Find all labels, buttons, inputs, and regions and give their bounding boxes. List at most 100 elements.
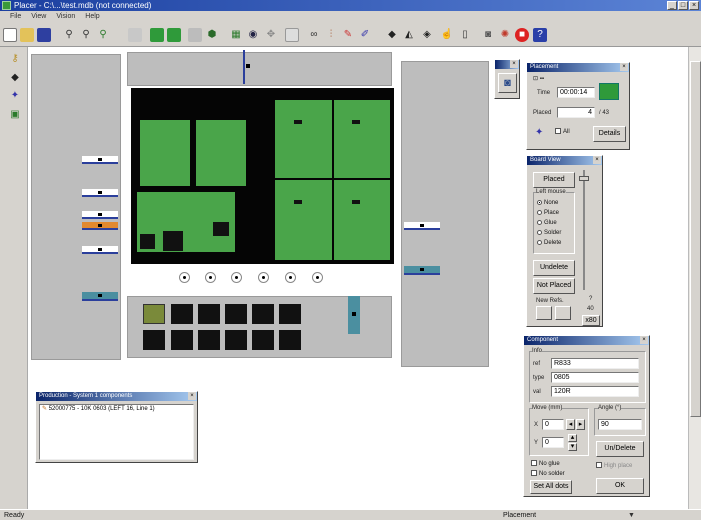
production-list[interactable]: ✎ 52000775 - 10K 0603 (LEFT 16, Line 1) bbox=[39, 404, 194, 460]
placed-button[interactable]: Placed bbox=[533, 172, 575, 188]
not-placed-button[interactable]: Not Placed bbox=[533, 278, 575, 294]
tray-slot[interactable] bbox=[171, 330, 193, 350]
frame-icon[interactable] bbox=[285, 28, 299, 42]
zoom-out-icon[interactable]: ⚲ bbox=[79, 28, 93, 42]
tray-slot[interactable] bbox=[225, 330, 247, 350]
time-label: Time bbox=[537, 90, 551, 96]
no-solder-checkbox[interactable]: No solder bbox=[531, 470, 565, 478]
camera-icon[interactable]: ◙ bbox=[481, 28, 495, 42]
x-decrease-button[interactable]: ◂ bbox=[566, 419, 575, 430]
zoom-x80-button[interactable]: x80 bbox=[582, 315, 600, 326]
tray-slot[interactable] bbox=[252, 330, 274, 350]
eye-icon[interactable]: ◉ bbox=[246, 28, 260, 42]
tray-slot[interactable] bbox=[143, 330, 165, 350]
chip-icon[interactable]: ▦ bbox=[229, 28, 243, 42]
menu-file[interactable]: File bbox=[10, 11, 21, 23]
tray-slot[interactable] bbox=[279, 330, 301, 350]
tray-slot[interactable] bbox=[171, 304, 193, 324]
radio-none[interactable]: None bbox=[537, 199, 558, 207]
board-small-icon[interactable]: ▣ bbox=[9, 109, 21, 121]
help-icon[interactable]: ? bbox=[533, 28, 547, 42]
feeder-left-1[interactable] bbox=[82, 156, 118, 164]
menu-help[interactable]: Help bbox=[85, 11, 99, 23]
new-refs-prev-button[interactable] bbox=[536, 306, 552, 320]
ref-field[interactable]: R833 bbox=[551, 358, 639, 369]
x-field[interactable]: 0 bbox=[542, 419, 564, 430]
feeder-left-3[interactable] bbox=[82, 211, 118, 219]
menu-view[interactable]: View bbox=[31, 11, 46, 23]
y-decrease-button[interactable]: ▾ bbox=[568, 443, 577, 451]
layout-icon[interactable] bbox=[188, 28, 202, 42]
info-label: Info bbox=[532, 348, 543, 354]
new-file-icon[interactable] bbox=[3, 28, 17, 42]
close-button[interactable]: × bbox=[689, 1, 699, 10]
feeder-left-2[interactable] bbox=[82, 189, 118, 197]
tool-icon[interactable]: ⫶ bbox=[324, 28, 338, 42]
open-folder-icon[interactable] bbox=[20, 28, 34, 42]
link-icon[interactable]: ∞ bbox=[307, 28, 321, 42]
feeder-right-1[interactable] bbox=[404, 222, 440, 230]
feeder-left-4[interactable] bbox=[82, 246, 118, 254]
production-item[interactable]: 52000775 - 10K 0603 (LEFT 16, Line 1) bbox=[49, 406, 155, 412]
stop-icon[interactable]: ■ bbox=[515, 28, 529, 42]
minimize-button[interactable]: _ bbox=[667, 1, 677, 10]
scroll-thumb[interactable] bbox=[690, 61, 701, 417]
vertical-scrollbar[interactable] bbox=[688, 47, 701, 509]
tray-slot[interactable] bbox=[198, 304, 220, 324]
radio-delete[interactable]: Delete bbox=[537, 239, 561, 247]
feeder-left-active[interactable] bbox=[82, 292, 118, 301]
radio-glue[interactable]: Glue bbox=[537, 219, 557, 227]
y-increase-button[interactable]: ▴ bbox=[568, 434, 577, 442]
grid-icon[interactable] bbox=[128, 28, 142, 42]
undelete-button[interactable]: Undelete bbox=[533, 260, 575, 276]
tag-icon[interactable]: ◆ bbox=[9, 72, 21, 84]
app-icon bbox=[2, 1, 11, 10]
high-place-checkbox[interactable]: High place bbox=[596, 462, 632, 470]
green-board-2-icon[interactable] bbox=[167, 28, 181, 42]
all-checkbox[interactable]: All bbox=[555, 128, 570, 136]
y-field[interactable]: 0 bbox=[542, 437, 564, 448]
val-field[interactable]: 120R bbox=[551, 386, 639, 397]
hand-icon[interactable]: ☝ bbox=[440, 28, 454, 42]
radio-place[interactable]: Place bbox=[537, 209, 559, 217]
ok-button[interactable]: OK bbox=[596, 478, 644, 494]
no-glue-checkbox[interactable]: No glue bbox=[531, 460, 560, 468]
camera-view-icon[interactable]: ◙ bbox=[498, 73, 517, 93]
tray-slot[interactable] bbox=[198, 330, 220, 350]
tray-slot[interactable] bbox=[279, 304, 301, 324]
book-icon[interactable]: ▯ bbox=[458, 28, 472, 42]
nozzle-icon[interactable]: ◈ bbox=[420, 28, 434, 42]
tray-slot-selected[interactable] bbox=[143, 304, 165, 324]
undelete-component-button[interactable]: Un/Delete bbox=[596, 441, 644, 457]
pcb-panel-2[interactable] bbox=[196, 120, 246, 186]
feeder-right-active[interactable] bbox=[404, 266, 440, 275]
key-icon[interactable]: ⚷ bbox=[9, 53, 21, 65]
set-all-dots-button[interactable]: Set All dots bbox=[530, 480, 572, 494]
color-wheel-icon[interactable]: ✺ bbox=[498, 28, 512, 42]
angle-field[interactable]: 90 bbox=[598, 419, 642, 430]
zoom-in-icon[interactable]: ⚲ bbox=[62, 28, 76, 42]
wand-icon: ✦ bbox=[535, 127, 544, 138]
diamond-icon[interactable]: ◆ bbox=[385, 28, 399, 42]
menu-vision[interactable]: Vision bbox=[56, 11, 75, 23]
tray-slot[interactable] bbox=[252, 304, 274, 324]
maximize-button[interactable]: □ bbox=[678, 1, 688, 10]
zoom-slider-thumb[interactable] bbox=[579, 176, 589, 181]
head-icon[interactable]: ◭ bbox=[402, 28, 416, 42]
details-button[interactable]: Details bbox=[593, 126, 626, 142]
pencil-icon[interactable]: ✎ bbox=[341, 28, 355, 42]
pcb-panel-1[interactable] bbox=[140, 120, 190, 186]
type-field[interactable]: 0805 bbox=[551, 372, 639, 383]
feeder-left-highlight[interactable] bbox=[82, 222, 118, 230]
radio-solder[interactable]: Solder bbox=[537, 229, 561, 237]
component-icon[interactable]: ⬢ bbox=[205, 28, 219, 42]
tray-slot[interactable] bbox=[225, 304, 247, 324]
save-icon[interactable] bbox=[37, 28, 51, 42]
green-board-icon[interactable] bbox=[150, 28, 164, 42]
move-icon[interactable]: ✥ bbox=[264, 28, 278, 42]
wand-icon[interactable]: ✦ bbox=[9, 90, 21, 102]
x-increase-button[interactable]: ▸ bbox=[576, 419, 585, 430]
new-refs-next-button[interactable] bbox=[555, 306, 571, 320]
zoom-fit-icon[interactable]: ⚲ bbox=[96, 28, 110, 42]
pen-icon[interactable]: ✐ bbox=[358, 28, 372, 42]
